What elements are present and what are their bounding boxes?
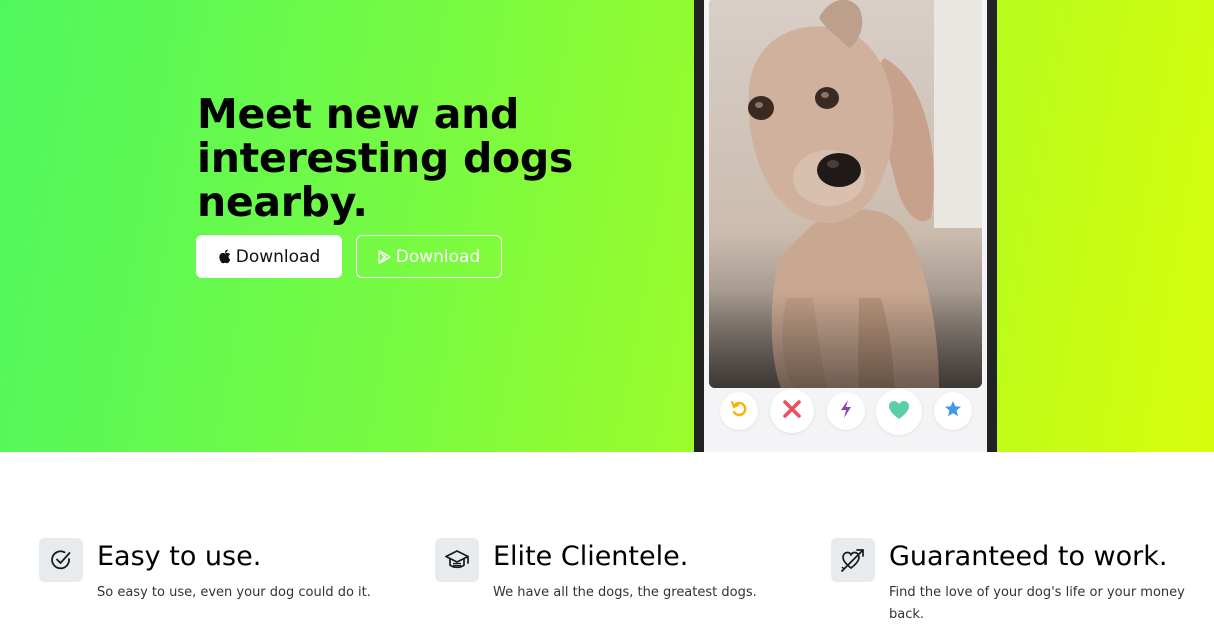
phone-mockup	[694, 0, 997, 452]
graduation-cap-icon	[435, 538, 479, 582]
rewind-button[interactable]	[720, 392, 758, 430]
super-like-icon	[944, 400, 962, 422]
feature-description: So easy to use, even your dog could do i…	[97, 585, 371, 600]
google-play-icon	[378, 249, 391, 264]
swipe-actions	[704, 389, 987, 442]
play-store-download-button[interactable]: Download	[356, 235, 502, 278]
app-store-download-button[interactable]: Download	[196, 235, 342, 278]
feature-description: We have all the dogs, the greatest dogs.	[493, 585, 757, 600]
apple-icon	[218, 249, 231, 264]
boost-icon	[840, 400, 852, 422]
hero-section: Meet new and interesting dogs nearby. Do…	[0, 0, 1214, 452]
rewind-icon	[730, 400, 748, 422]
feature-title: Easy to use.	[97, 541, 262, 572]
app-store-download-label: Download	[235, 246, 321, 267]
super-like-button[interactable]	[934, 392, 972, 430]
boost-button[interactable]	[827, 392, 865, 430]
features-section: Easy to use. So easy to use, even your d…	[0, 452, 1214, 628]
phone-screen	[704, 0, 987, 452]
like-icon	[888, 400, 910, 424]
feature-title: Guaranteed to work.	[889, 541, 1168, 572]
dog-photo	[709, 0, 982, 388]
feature-title: Elite Clientele.	[493, 541, 689, 572]
heart-arrow-icon	[831, 538, 875, 582]
nope-button[interactable]	[770, 389, 814, 433]
feature-description: Find the love of your dog's life or your…	[889, 585, 1185, 622]
check-circle-icon	[39, 538, 83, 582]
hero-title: Meet new and interesting dogs nearby.	[197, 90, 574, 226]
play-store-download-label: Download	[395, 246, 481, 267]
nope-icon	[782, 399, 802, 423]
like-button[interactable]	[876, 389, 922, 435]
